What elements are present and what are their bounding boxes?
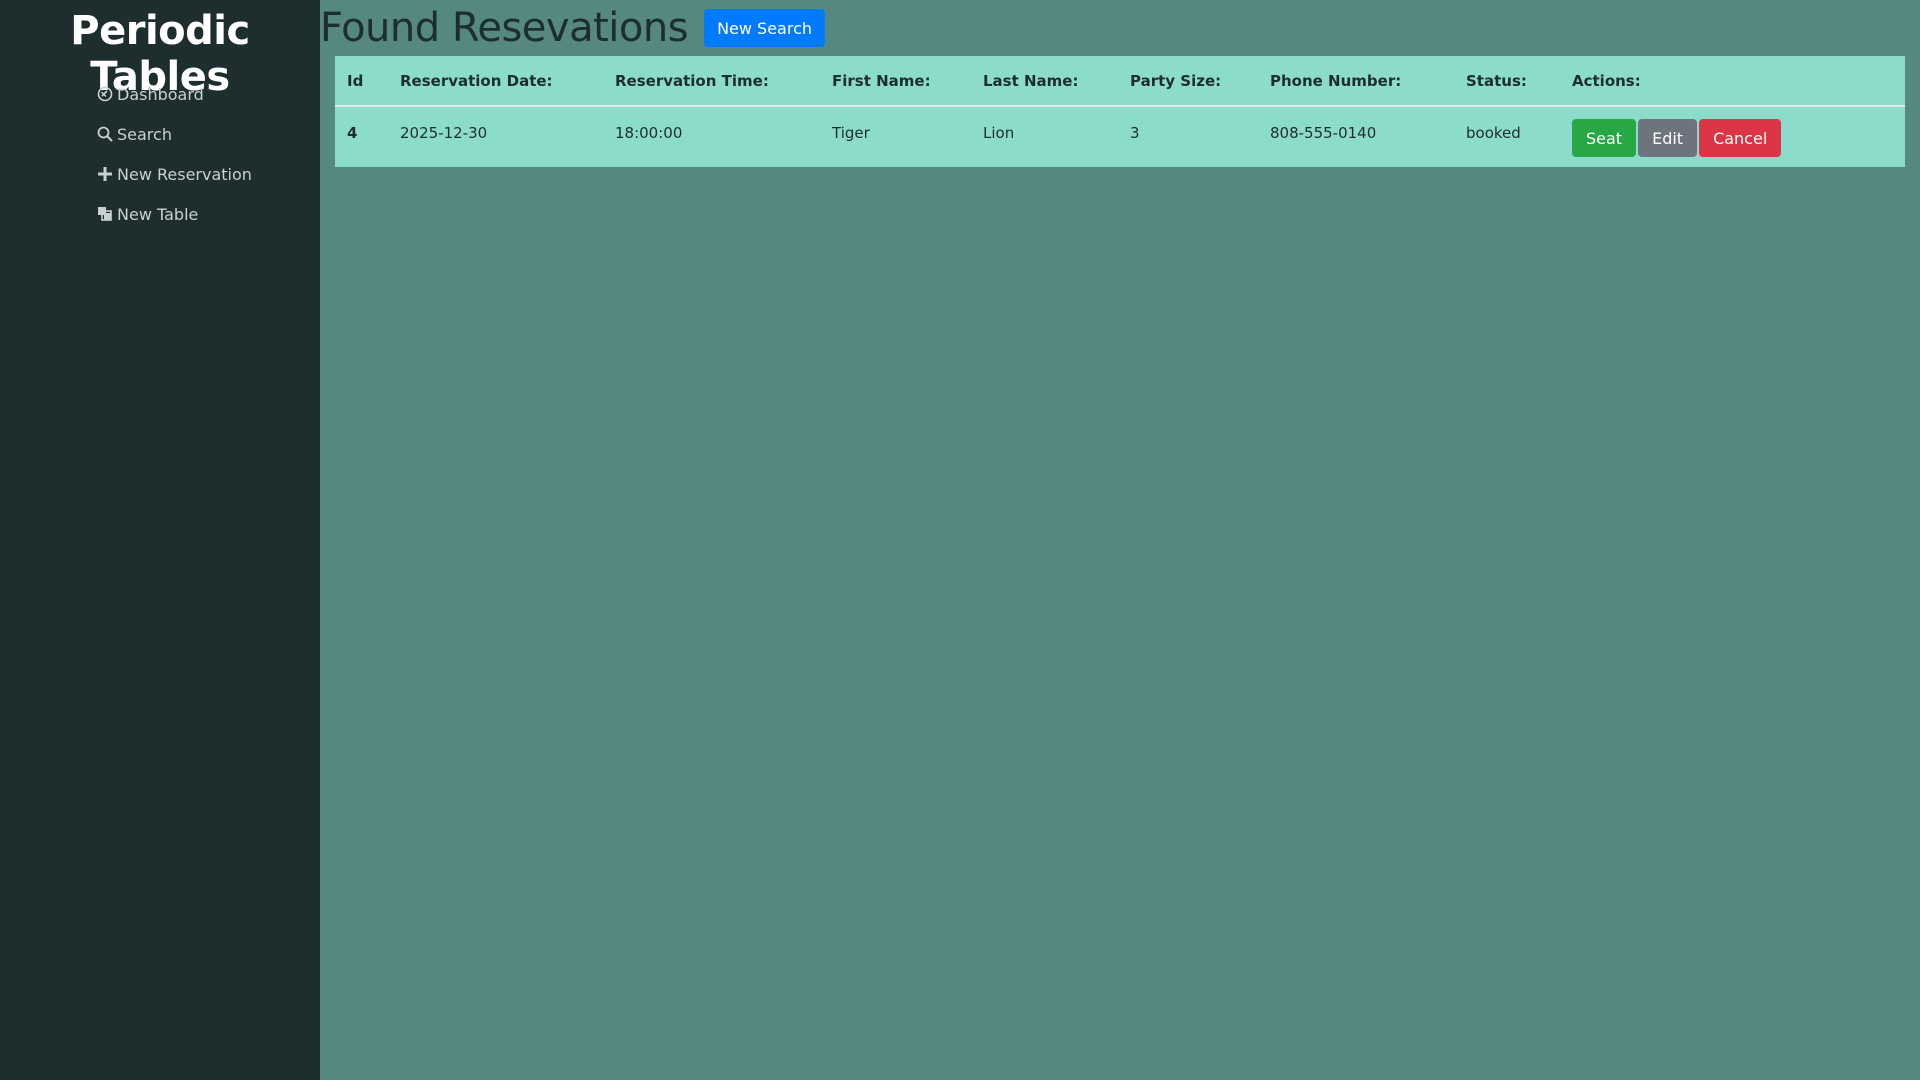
sidebar-item-new-reservation[interactable]: New Reservation <box>96 154 320 194</box>
cell-last-name: Lion <box>983 124 1015 142</box>
column-header-status: Status: <box>1454 56 1560 107</box>
edit-button[interactable]: Edit <box>1638 119 1698 157</box>
column-header-actions: Actions: <box>1560 56 1905 107</box>
table-header-row: Id Reservation Date: Reservation Time: F… <box>335 56 1905 107</box>
layers-icon <box>96 206 113 223</box>
sidebar-nav: Dashboard Search New Reservation New Tab… <box>0 58 320 234</box>
plus-icon <box>96 166 113 183</box>
brand-title[interactable]: Periodic Tables <box>0 0 320 100</box>
table-row: 4 2025-12-30 18:00:00 Tiger Lion 3 808-5… <box>335 106 1905 167</box>
dashboard-icon <box>96 86 113 103</box>
column-header-reservation-date: Reservation Date: <box>388 56 603 107</box>
cancel-button[interactable]: Cancel <box>1699 119 1782 157</box>
cell-id: 4 <box>347 124 358 142</box>
cell-phone-number: 808-555-0140 <box>1270 124 1377 142</box>
sidebar-item-label: Search <box>117 124 172 144</box>
cell-status: booked <box>1466 124 1521 142</box>
seat-button[interactable]: Seat <box>1572 119 1637 157</box>
sidebar-item-label: New Table <box>117 204 199 224</box>
column-header-last-name: Last Name: <box>971 56 1118 107</box>
reservations-table-container: Id Reservation Date: Reservation Time: F… <box>335 56 1905 167</box>
reservations-table: Id Reservation Date: Reservation Time: F… <box>335 56 1905 167</box>
main-content: Found Resevations New Search Id Reservat… <box>320 0 1920 1080</box>
search-icon <box>96 126 113 143</box>
sidebar-item-search[interactable]: Search <box>96 114 320 154</box>
cell-first-name: Tiger <box>832 124 870 142</box>
page-header: Found Resevations New Search <box>320 0 1920 56</box>
sidebar-item-label: Dashboard <box>117 84 204 104</box>
column-header-first-name: First Name: <box>820 56 971 107</box>
new-search-button[interactable]: New Search <box>704 9 826 47</box>
column-header-reservation-time: Reservation Time: <box>603 56 820 107</box>
page-title: Found Resevations <box>320 5 689 51</box>
sidebar: Periodic Tables Dashboard Search New Res… <box>0 0 320 1080</box>
column-header-id: Id <box>335 56 388 107</box>
sidebar-item-new-table[interactable]: New Table <box>96 194 320 234</box>
cell-party-size: 3 <box>1130 124 1140 142</box>
cell-actions: Seat Edit Cancel <box>1560 106 1905 167</box>
cell-reservation-time: 18:00:00 <box>615 124 683 142</box>
cell-reservation-date: 2025-12-30 <box>400 124 488 142</box>
column-header-party-size: Party Size: <box>1118 56 1258 107</box>
sidebar-item-label: New Reservation <box>117 164 252 184</box>
column-header-phone-number: Phone Number: <box>1258 56 1454 107</box>
